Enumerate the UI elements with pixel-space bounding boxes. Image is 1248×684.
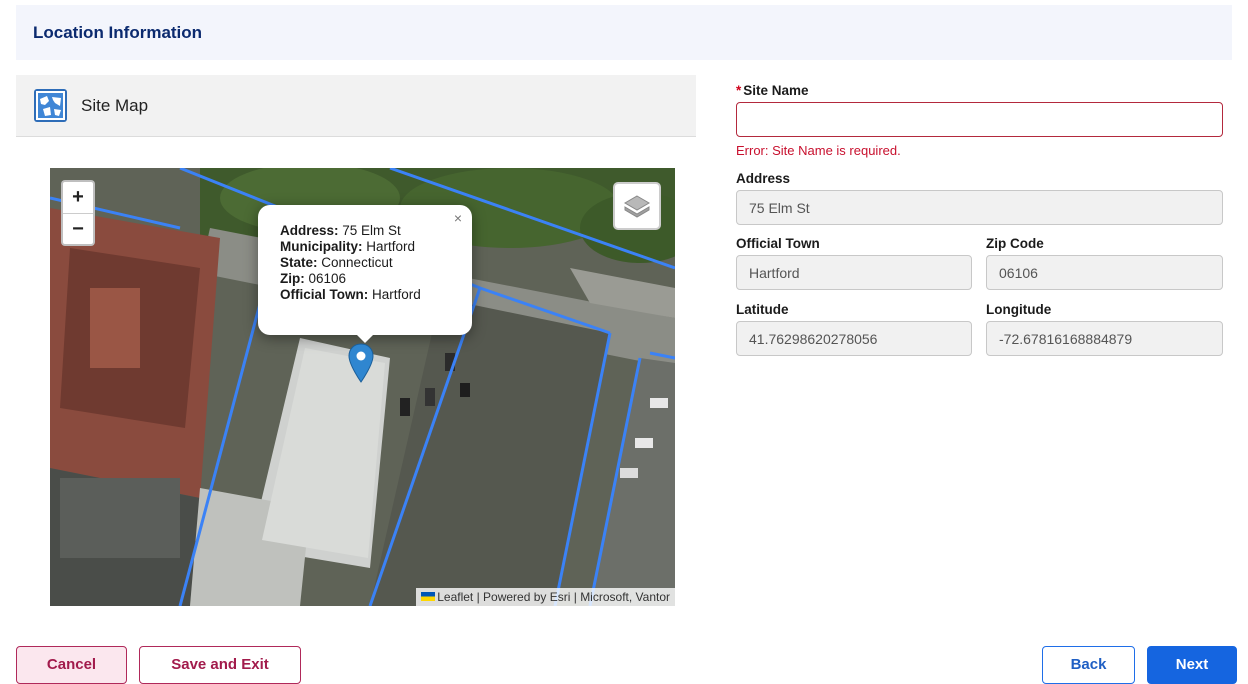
zoom-in-button[interactable]: +	[63, 182, 93, 213]
latitude-label: Latitude	[736, 302, 789, 317]
layers-icon	[624, 195, 650, 218]
longitude-label: Longitude	[986, 302, 1052, 317]
popup-close-button[interactable]: ×	[454, 210, 462, 226]
zip-code-field[interactable]: 06106	[986, 255, 1223, 290]
back-button[interactable]: Back	[1042, 646, 1135, 684]
official-town-field[interactable]: Hartford	[736, 255, 972, 290]
map-attribution: Leaflet | Powered by Esri | Microsoft, V…	[416, 588, 675, 606]
section-title: Location Information	[33, 23, 203, 42]
map-popup: × Address: 75 Elm St Municipality: Hartf…	[258, 205, 472, 335]
next-button[interactable]: Next	[1147, 646, 1237, 684]
popup-address: Address: 75 Elm St	[280, 223, 401, 238]
popup-official-town: Official Town: Hartford	[280, 287, 421, 302]
popup-municipality: Municipality: Hartford	[280, 239, 416, 254]
site-name-input[interactable]	[736, 102, 1223, 137]
official-town-label: Official Town	[736, 236, 820, 251]
popup-state: State: Connecticut	[280, 255, 393, 270]
site-name-label: * Site Name	[736, 83, 809, 98]
map-marker-icon[interactable]	[348, 343, 374, 388]
site-map-panel: Site Map	[16, 75, 696, 137]
ukraine-flag-icon	[421, 592, 436, 601]
section-header: Location Information	[16, 5, 1232, 60]
zoom-control: + −	[61, 180, 95, 246]
longitude-field[interactable]: -72.67816168884879	[986, 321, 1223, 356]
layers-button[interactable]	[613, 182, 661, 230]
popup-tip	[355, 333, 375, 343]
site-name-error: Error: Site Name is required.	[736, 143, 901, 158]
map-icon	[34, 89, 67, 122]
latitude-field[interactable]: 41.76298620278056	[736, 321, 972, 356]
save-and-exit-button[interactable]: Save and Exit	[139, 646, 301, 684]
address-label: Address	[736, 171, 791, 186]
cancel-button[interactable]: Cancel	[16, 646, 127, 684]
site-map-label: Site Map	[81, 96, 149, 115]
address-field[interactable]: 75 Elm St	[736, 190, 1223, 225]
zip-code-label: Zip Code	[986, 236, 1044, 251]
zoom-out-button[interactable]: −	[63, 213, 93, 244]
site-map[interactable]: + − × Address: 75 Elm St Municipality: H…	[50, 168, 675, 606]
popup-zip: Zip: 06106	[280, 271, 347, 286]
